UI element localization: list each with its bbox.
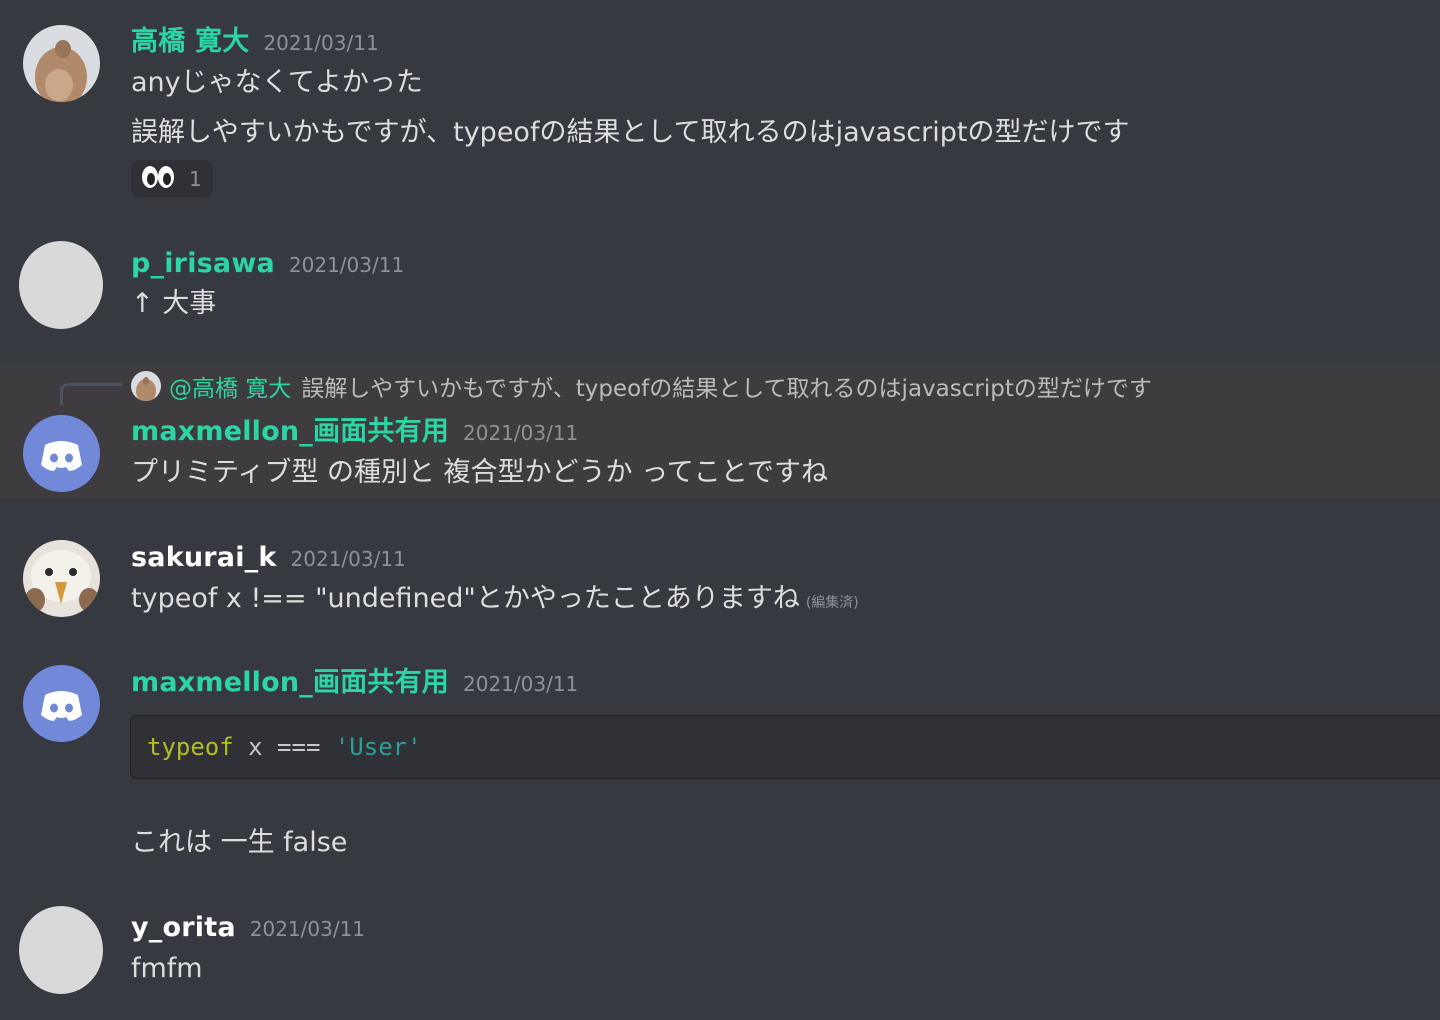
reply-preview[interactable]: 誤解しやすいかもですが、typeofの結果として取れるのはjavascriptの… bbox=[301, 369, 1152, 403]
timestamp: 2021/03/11 bbox=[290, 547, 406, 571]
reply-mention[interactable]: @高橋 寛大 bbox=[169, 369, 291, 403]
message-header: 高橋 寛大 2021/03/11 bbox=[131, 28, 379, 55]
avatar-photo-icon bbox=[131, 371, 161, 401]
username[interactable]: y_orita bbox=[131, 912, 236, 943]
timestamp: 2021/03/11 bbox=[288, 253, 405, 277]
user-avatar[interactable] bbox=[19, 906, 103, 994]
username[interactable]: maxmellon_画面共有用 bbox=[131, 667, 449, 698]
code-keyword: typeof bbox=[147, 733, 234, 761]
message-header: maxmellon_画面共有用 2021/03/11 bbox=[131, 669, 578, 696]
user-avatar[interactable] bbox=[23, 25, 100, 102]
message-text: typeof x !== "undefined"とかやったことありますね (編集済… bbox=[131, 585, 859, 612]
timestamp: 2021/03/11 bbox=[463, 421, 579, 445]
message-text: これは 一生 false bbox=[131, 827, 348, 858]
user-avatar[interactable] bbox=[23, 665, 100, 742]
reaction-count: 1 bbox=[189, 166, 202, 191]
message-header: sakurai_k 2021/03/11 bbox=[131, 544, 406, 571]
user-avatar[interactable] bbox=[23, 540, 100, 617]
chat-messages: 高橋 寛大 2021/03/11 anyじゃなくてよかった 誤解しやすいかもですが… bbox=[0, 0, 1440, 1020]
message-text: fmfm bbox=[131, 953, 203, 984]
username[interactable]: maxmellon_画面共有用 bbox=[131, 416, 449, 447]
message-content: typeof x !== "undefined"とかやったことありますね bbox=[131, 583, 800, 614]
reply-connector bbox=[60, 383, 122, 405]
reaction-button[interactable]: 1 bbox=[131, 160, 213, 197]
message-text: anyじゃなくてよかった bbox=[131, 67, 423, 98]
message-text: プリミティブ型 の種別と 複合型かどうか ってことですね bbox=[131, 457, 828, 488]
reply-avatar bbox=[131, 371, 161, 401]
user-avatar[interactable] bbox=[23, 415, 100, 492]
user-avatar[interactable] bbox=[19, 241, 103, 329]
timestamp: 2021/03/11 bbox=[263, 31, 379, 55]
code-operator: x === bbox=[233, 733, 335, 761]
timestamp: 2021/03/11 bbox=[249, 917, 366, 941]
message-header: p_irisawa 2021/03/11 bbox=[131, 250, 404, 277]
discord-logo-icon bbox=[41, 691, 82, 721]
message-header: maxmellon_画面共有用 2021/03/11 bbox=[131, 418, 578, 445]
message-text: ↑ 大事 bbox=[131, 288, 217, 319]
code-block[interactable]: typeof x === 'User' bbox=[130, 715, 1440, 779]
username[interactable]: sakurai_k bbox=[131, 542, 277, 573]
message-header: y_orita 2021/03/11 bbox=[131, 914, 365, 941]
message-text: 誤解しやすいかもですが、typeofの結果として取れるのはjavascriptの… bbox=[131, 117, 1130, 148]
edited-label: (編集済) bbox=[805, 595, 859, 611]
username[interactable]: 高橋 寛大 bbox=[131, 26, 249, 57]
discord-logo-icon bbox=[41, 441, 82, 471]
reply-reference[interactable]: @高橋 寛大 誤解しやすいかもですが、typeofの結果として取れるのはjava… bbox=[131, 370, 1152, 402]
username[interactable]: p_irisawa bbox=[131, 248, 275, 279]
timestamp: 2021/03/11 bbox=[463, 672, 579, 696]
avatar-photo-icon bbox=[23, 25, 100, 102]
eyes-emoji-icon bbox=[141, 165, 175, 193]
avatar-photo-icon bbox=[23, 540, 100, 617]
code-string: 'User' bbox=[334, 733, 422, 761]
